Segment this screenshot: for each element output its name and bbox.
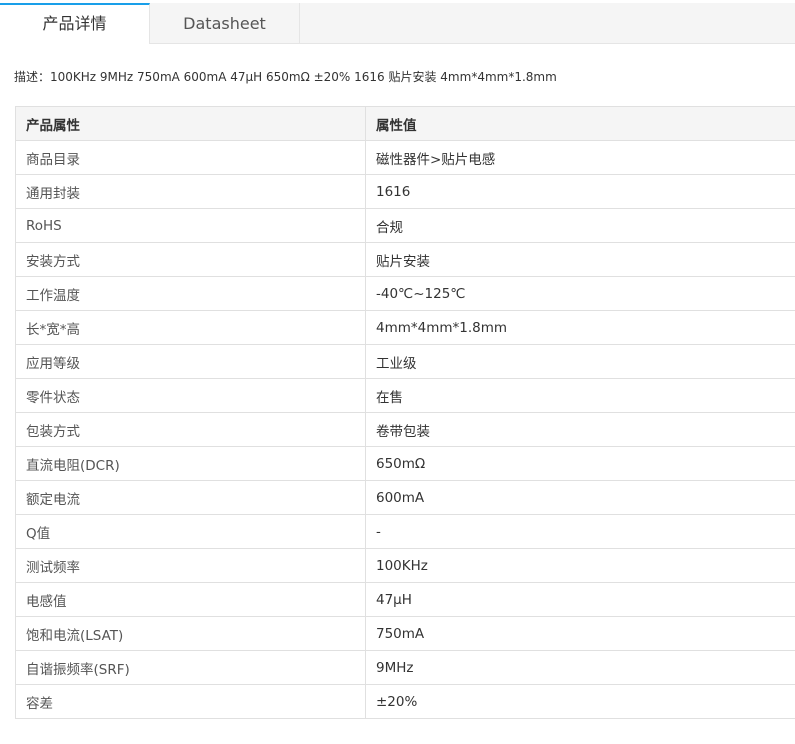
table-row: 应用等级 工业级 [15, 344, 795, 379]
attribute-name: 测试频率 [15, 548, 366, 583]
table-row: 包装方式 卷带包装 [15, 412, 795, 447]
table-row: Q值 - [15, 514, 795, 549]
attributes-table: 产品属性 属性值 商品目录 磁性器件>贴片电感 通用封装 1616 RoHS 合规 安装方式… [15, 106, 795, 719]
table-row: 电感值 47μH [15, 582, 795, 617]
attribute-value: -40℃~125℃ [365, 276, 795, 311]
attribute-value: 9MHz [365, 650, 795, 685]
tab-bar: 产品详情 Datasheet [0, 3, 795, 44]
attribute-value: 在售 [365, 378, 795, 413]
table-row: 饱和电流(LSAT) 750mA [15, 616, 795, 651]
attribute-name: RoHS [15, 208, 366, 243]
table-row: 长*宽*高 4mm*4mm*1.8mm [15, 310, 795, 345]
attribute-name: 商品目录 [15, 140, 366, 175]
attribute-value: 合规 [365, 208, 795, 243]
attribute-value: 1616 [365, 174, 795, 209]
attribute-name: 电感值 [15, 582, 366, 617]
attribute-value: 100KHz [365, 548, 795, 583]
attribute-value: 贴片安装 [365, 242, 795, 277]
attribute-value: 650mΩ [365, 446, 795, 481]
table-row: 容差 ±20% [15, 684, 795, 719]
attribute-value: ±20% [365, 684, 795, 719]
table-row: RoHS 合规 [15, 208, 795, 243]
table-row: 商品目录 磁性器件>贴片电感 [15, 140, 795, 175]
header-attribute: 产品属性 [15, 106, 366, 141]
tab-product-details[interactable]: 产品详情 [0, 3, 150, 44]
table-row: 通用封装 1616 [15, 174, 795, 209]
attribute-value: - [365, 514, 795, 549]
product-description: 描述：100KHz 9MHz 750mA 600mA 47μH 650mΩ ±2… [14, 70, 557, 84]
attribute-value: 卷带包装 [365, 412, 795, 447]
attribute-name: 零件状态 [15, 378, 366, 413]
attribute-name: 容差 [15, 684, 366, 719]
attribute-value: 750mA [365, 616, 795, 651]
table-row: 工作温度 -40℃~125℃ [15, 276, 795, 311]
table-row: 额定电流 600mA [15, 480, 795, 515]
attribute-name: 应用等级 [15, 344, 366, 379]
attribute-value: 600mA [365, 480, 795, 515]
attribute-name: 额定电流 [15, 480, 366, 515]
attribute-name: 自谐振频率(SRF) [15, 650, 366, 685]
attribute-value: 磁性器件>贴片电感 [365, 140, 795, 175]
attribute-name: 通用封装 [15, 174, 366, 209]
attribute-name: 直流电阻(DCR) [15, 446, 366, 481]
attribute-name: 长*宽*高 [15, 310, 366, 345]
table-row: 测试频率 100KHz [15, 548, 795, 583]
table-row: 直流电阻(DCR) 650mΩ [15, 446, 795, 481]
table-row: 零件状态 在售 [15, 378, 795, 413]
attribute-value: 工业级 [365, 344, 795, 379]
attribute-name: 工作温度 [15, 276, 366, 311]
attribute-name: 安装方式 [15, 242, 366, 277]
table-row: 安装方式 贴片安装 [15, 242, 795, 277]
table-header-row: 产品属性 属性值 [15, 106, 795, 141]
attribute-name: 包装方式 [15, 412, 366, 447]
table-row: 自谐振频率(SRF) 9MHz [15, 650, 795, 685]
tab-datasheet[interactable]: Datasheet [150, 3, 300, 43]
attribute-value: 4mm*4mm*1.8mm [365, 310, 795, 345]
attribute-name: Q值 [15, 514, 366, 549]
attribute-name: 饱和电流(LSAT) [15, 616, 366, 651]
attribute-value: 47μH [365, 582, 795, 617]
header-value: 属性值 [365, 106, 795, 141]
